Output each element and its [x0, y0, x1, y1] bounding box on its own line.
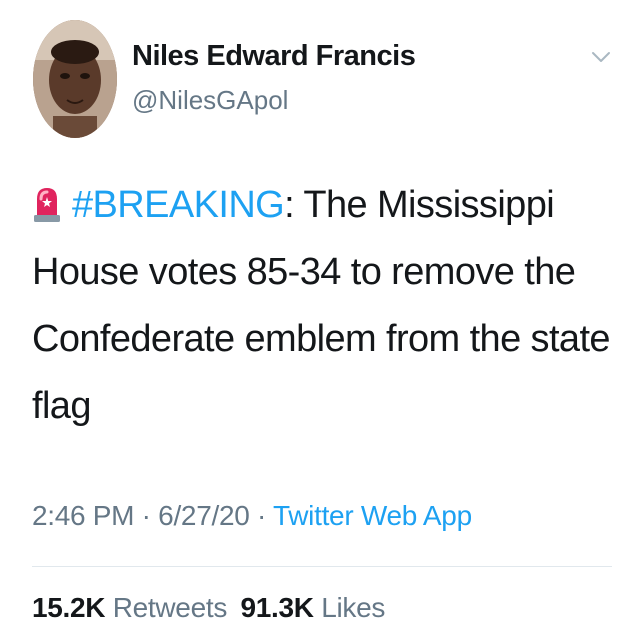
meta-separator: · [249, 500, 273, 531]
divider [32, 566, 612, 567]
retweets-stat[interactable]: 15.2K Retweets [32, 592, 227, 623]
meta-separator: · [134, 500, 159, 531]
tweet-meta: 2:46 PM · 6/27/20 · Twitter Web App [32, 500, 472, 532]
author-handle[interactable]: @NilesGApol [132, 85, 288, 116]
chevron-down-icon[interactable] [590, 48, 612, 66]
retweets-count: 15.2K [32, 592, 106, 623]
tweet-date[interactable]: 6/27/20 [158, 500, 250, 531]
tweet-card: Niles Edward Francis @NilesGApol #BREAKI… [0, 0, 640, 640]
retweets-label: Retweets [112, 592, 228, 623]
tweet-stats: 15.2K Retweets 91.3K Likes [32, 592, 391, 624]
likes-count: 91.3K [240, 592, 315, 623]
tweet-text: #BREAKING: The Mississippi House votes 8… [32, 172, 612, 440]
hashtag-breaking[interactable]: #BREAKING [72, 184, 285, 226]
tweet-time[interactable]: 2:46 PM [32, 500, 134, 531]
avatar[interactable] [33, 20, 117, 138]
tweet-source-link[interactable]: Twitter Web App [273, 500, 472, 531]
author-name[interactable]: Niles Edward Francis [132, 40, 416, 73]
avatar-photo [33, 20, 117, 138]
likes-stat[interactable]: 91.3K Likes [241, 592, 386, 623]
likes-label: Likes [321, 592, 386, 623]
siren-icon [34, 188, 60, 222]
